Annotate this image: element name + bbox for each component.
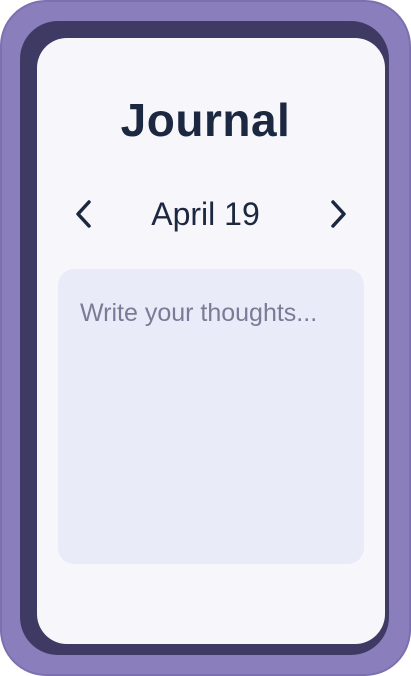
journal-entry-input[interactable] bbox=[58, 269, 364, 564]
chevron-right-icon bbox=[331, 200, 346, 228]
page-title: Journal bbox=[120, 94, 291, 146]
next-day-button[interactable] bbox=[314, 190, 362, 238]
date-navigator: April 19 bbox=[0, 190, 411, 238]
